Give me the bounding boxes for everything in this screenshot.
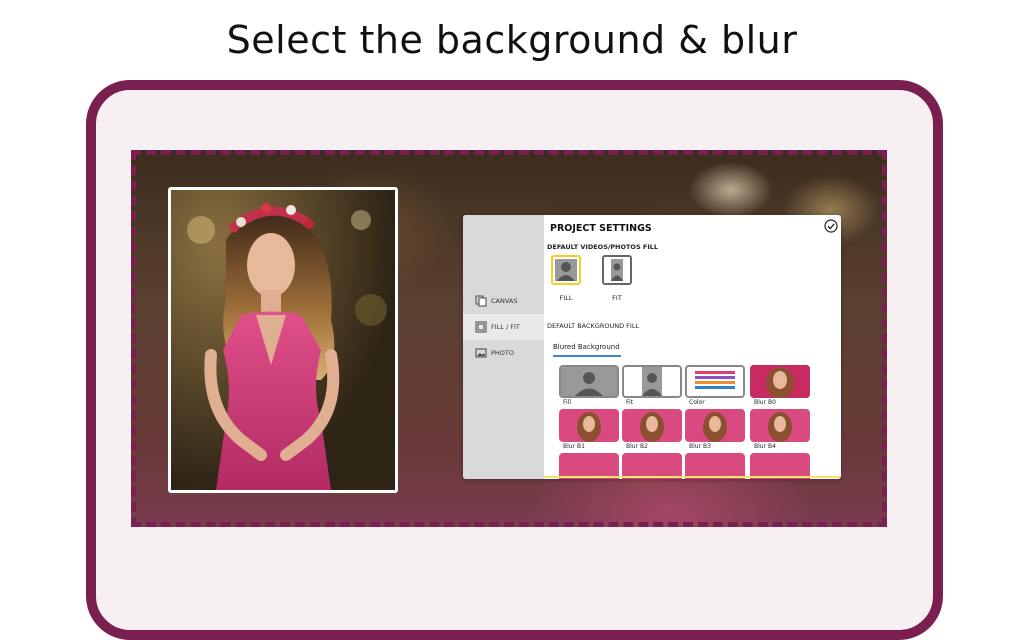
- confirm-check-icon[interactable]: [824, 219, 838, 233]
- blur-preview-image: [685, 409, 745, 442]
- sidebar-item-photo[interactable]: PHOTO: [463, 340, 544, 366]
- sidebar-item-fill-fit[interactable]: FILL / FIT: [463, 314, 544, 340]
- tab-blured-background[interactable]: Blured Background: [553, 343, 620, 351]
- panel-footer-line: [544, 476, 841, 478]
- canvas-icon: [475, 295, 487, 307]
- person-fill-icon: [561, 367, 617, 396]
- background-option-blur-b0[interactable]: [750, 365, 810, 398]
- background-option-fill[interactable]: [559, 365, 619, 398]
- fill-fit-icon: [475, 321, 487, 333]
- background-option-label: Blur B4: [754, 443, 776, 450]
- background-option-label: Blur B0: [754, 399, 776, 406]
- sidebar-item-canvas[interactable]: CANVAS: [463, 288, 544, 314]
- person-fill-icon: [555, 259, 577, 281]
- background-option-label: Blur B3: [689, 443, 711, 450]
- default-fill-label: DEFAULT VIDEOS/PHOTOS FILL: [547, 243, 659, 251]
- blur-preview-image: [750, 365, 810, 398]
- foreground-photo[interactable]: [168, 187, 398, 493]
- blur-preview-image: [622, 409, 682, 442]
- fill-option-button[interactable]: [551, 255, 581, 285]
- settings-sidebar: CANVAS FILL / FIT PHOTO: [463, 215, 544, 479]
- background-option-label: Color: [689, 399, 705, 406]
- blur-preview-image: [750, 409, 810, 442]
- project-settings-panel: CANVAS FILL / FIT PHOTO PROJECT SETTINGS…: [463, 215, 841, 479]
- background-option-blur-b3[interactable]: [685, 409, 745, 442]
- blur-preview-image: [559, 409, 619, 442]
- fit-option-button[interactable]: [602, 255, 632, 285]
- background-option-label: Blur B1: [563, 443, 585, 450]
- fill-option-label: FILL: [559, 294, 573, 302]
- background-option-label: Fill: [563, 399, 572, 406]
- background-option-label: Blur B2: [626, 443, 648, 450]
- fit-option-label: FIT: [612, 294, 622, 302]
- background-option-blur-b1[interactable]: [559, 409, 619, 442]
- portrait-image: [171, 190, 395, 490]
- background-option-fit[interactable]: [622, 365, 682, 398]
- panel-title: PROJECT SETTINGS: [550, 223, 652, 234]
- background-option-color[interactable]: [685, 365, 745, 398]
- color-stripes-icon: [687, 367, 743, 396]
- background-fill-label: DEFAULT BACKGROUND FILL: [547, 322, 640, 330]
- sidebar-item-label: PHOTO: [491, 349, 515, 357]
- sidebar-item-label: FILL / FIT: [491, 323, 520, 331]
- tab-active-indicator: [553, 355, 621, 357]
- background-option-blur-b2[interactable]: [622, 409, 682, 442]
- person-fit-icon: [624, 367, 680, 396]
- page-headline: Select the background & blur: [226, 18, 798, 62]
- person-fit-icon: [611, 259, 623, 281]
- photo-icon: [475, 348, 487, 358]
- sidebar-item-label: CANVAS: [491, 297, 518, 305]
- background-option-label: Fit: [626, 399, 634, 406]
- background-option-blur-b4[interactable]: [750, 409, 810, 442]
